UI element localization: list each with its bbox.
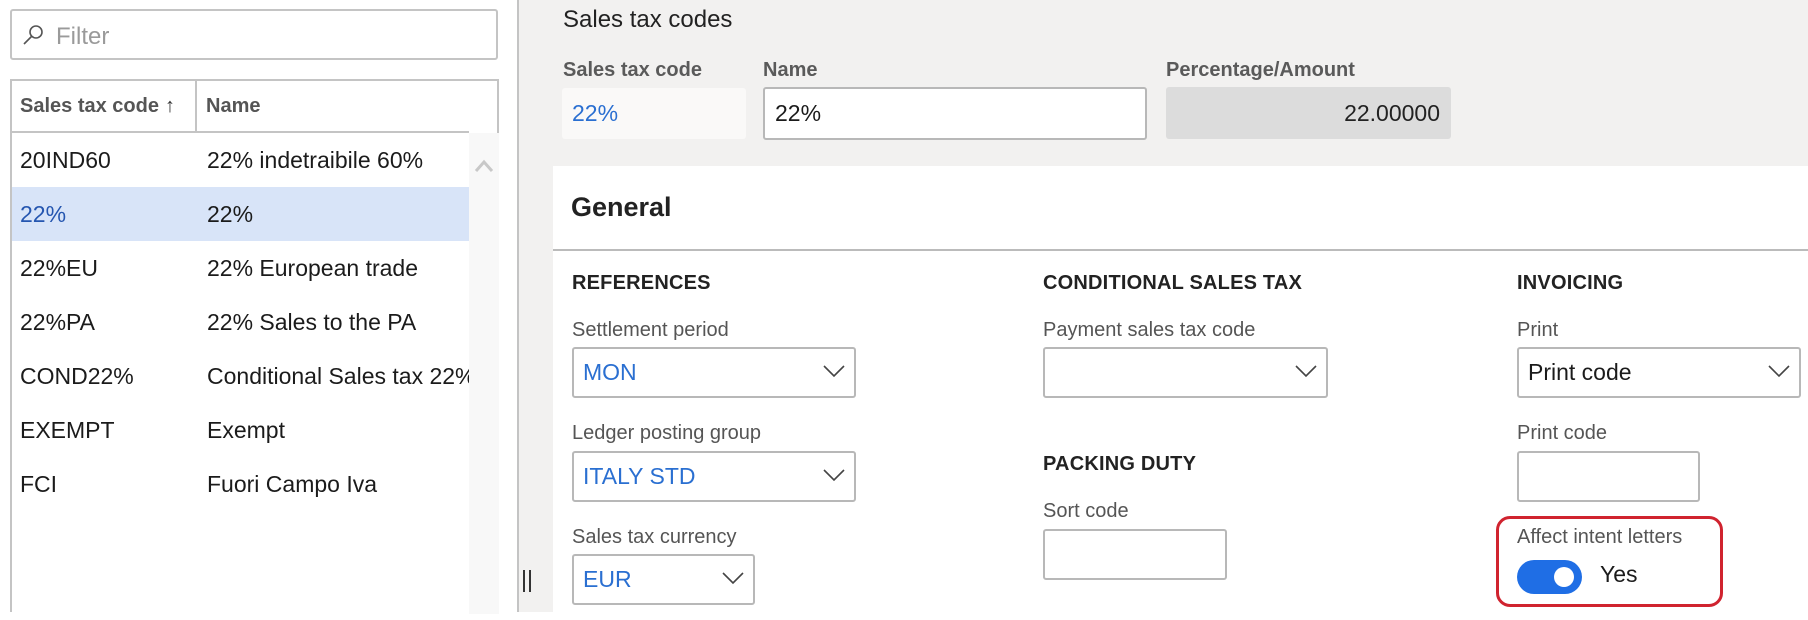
affect-intent-letters-value: Yes <box>1600 561 1638 587</box>
settlement-period-dropdown[interactable]: MON <box>572 347 856 398</box>
references-group-title: REFERENCES <box>572 272 711 294</box>
sales-tax-currency-label: Sales tax currency <box>572 526 737 548</box>
table-row[interactable]: FCI Fuori Campo Iva <box>12 457 469 511</box>
cell-code: 20IND60 <box>20 147 111 173</box>
table-row[interactable]: EXEMPT Exempt <box>12 403 469 457</box>
cell-code: 22% <box>20 201 67 227</box>
cell-code: 22%EU <box>20 255 98 281</box>
table-row[interactable]: COND22% Conditional Sales tax 22% <box>12 349 469 403</box>
table-row[interactable]: 22%EU 22% European trade <box>12 241 469 295</box>
conditional-sales-tax-group-title: CONDITIONAL SALES TAX <box>1043 272 1303 294</box>
chevron-down-icon <box>1768 365 1790 378</box>
column-header-name[interactable]: Name <box>197 81 469 131</box>
packing-duty-group-title: PACKING DUTY <box>1043 453 1197 475</box>
settlement-period-value: MON <box>583 359 637 385</box>
settlement-period-label: Settlement period <box>572 319 729 341</box>
table-row[interactable]: 20IND60 22% indetraibile 60% <box>12 133 469 187</box>
percentage-amount-label: Percentage/Amount <box>1166 59 1355 81</box>
payment-sales-tax-code-label: Payment sales tax code <box>1043 319 1256 341</box>
cell-name: 22% indetraibile 60% <box>207 147 424 173</box>
payment-sales-tax-code-dropdown[interactable] <box>1043 347 1328 398</box>
affect-intent-letters-toggle[interactable] <box>1517 560 1582 594</box>
cell-name: 22% Sales to the PA <box>207 309 417 335</box>
cell-code: COND22% <box>20 363 134 389</box>
grid-header: Sales tax code ↑ Name <box>12 81 469 133</box>
chevron-down-icon <box>1295 365 1317 378</box>
sort-code-label: Sort code <box>1043 500 1129 522</box>
cell-name: Fuori Campo Iva <box>207 471 378 497</box>
sales-tax-code-field[interactable]: 22% <box>562 88 746 139</box>
chevron-up-icon[interactable] <box>475 159 493 173</box>
sales-tax-code-label: Sales tax code <box>563 59 702 81</box>
list-pane: Filter Sales tax code ↑ Name 20IND60 22% i… <box>0 0 517 614</box>
ledger-posting-group-label: Ledger posting group <box>572 422 762 444</box>
cell-name: 22% <box>207 201 254 227</box>
sort-ascending-icon: ↑ <box>164 95 175 117</box>
cell-name: Conditional Sales tax 22% <box>207 363 469 389</box>
grid-rows: 20IND60 22% indetraibile 60% 22% 22% 22%EU… <box>12 133 469 511</box>
search-icon <box>23 25 43 45</box>
details-header: Sales tax codes Sales tax code 22% Name … <box>553 0 1808 166</box>
grid-scrollbar[interactable] <box>469 133 499 614</box>
pane-splitter[interactable] <box>517 0 553 612</box>
print-label: Print <box>1517 319 1559 341</box>
name-label: Name <box>763 59 818 81</box>
print-code-label: Print code <box>1517 422 1608 444</box>
sort-code-input[interactable] <box>1043 529 1227 580</box>
print-dropdown[interactable]: Print code <box>1517 347 1801 398</box>
column-header-sales-tax-code[interactable]: Sales tax code ↑ <box>12 81 197 131</box>
chevron-down-icon <box>823 469 845 482</box>
cell-code: EXEMPT <box>20 417 115 443</box>
ledger-posting-group-dropdown[interactable]: ITALY STD <box>572 451 856 502</box>
table-row-selected[interactable]: 22% 22% <box>12 187 469 241</box>
cell-code: FCI <box>20 471 58 497</box>
cell-name: Exempt <box>207 417 285 443</box>
ledger-posting-group-value: ITALY STD <box>583 463 696 489</box>
sales-tax-currency-dropdown[interactable]: EUR <box>572 554 755 605</box>
chevron-down-icon <box>722 572 744 585</box>
page-title: Sales tax codes <box>563 6 733 33</box>
column-header-label: Sales tax code <box>20 95 159 117</box>
filter-placeholder: Filter <box>56 23 110 50</box>
table-row[interactable]: 22%PA 22% Sales to the PA <box>12 295 469 349</box>
name-input[interactable]: 22% <box>763 87 1147 140</box>
general-tab-header[interactable]: General <box>571 192 672 223</box>
print-code-input[interactable] <box>1517 451 1700 502</box>
toggle-knob <box>1554 567 1574 587</box>
filter-input[interactable]: Filter <box>10 9 498 60</box>
sales-tax-code-grid: Sales tax code ↑ Name 20IND60 22% indetrai… <box>10 79 499 614</box>
percentage-amount-field: 22.00000 <box>1166 87 1451 139</box>
divider <box>553 249 1808 251</box>
chevron-down-icon <box>823 365 845 378</box>
invoicing-group-title: INVOICING <box>1517 272 1624 294</box>
cell-code: 22%PA <box>20 309 96 335</box>
print-value: Print code <box>1528 359 1632 385</box>
sales-tax-currency-value: EUR <box>583 566 632 592</box>
cell-name: 22% European trade <box>207 255 418 281</box>
splitter-grip-icon[interactable] <box>523 570 531 592</box>
affect-intent-letters-label: Affect intent letters <box>1517 526 1683 548</box>
general-fasttab: General REFERENCES Settlement period MON… <box>553 166 1808 612</box>
